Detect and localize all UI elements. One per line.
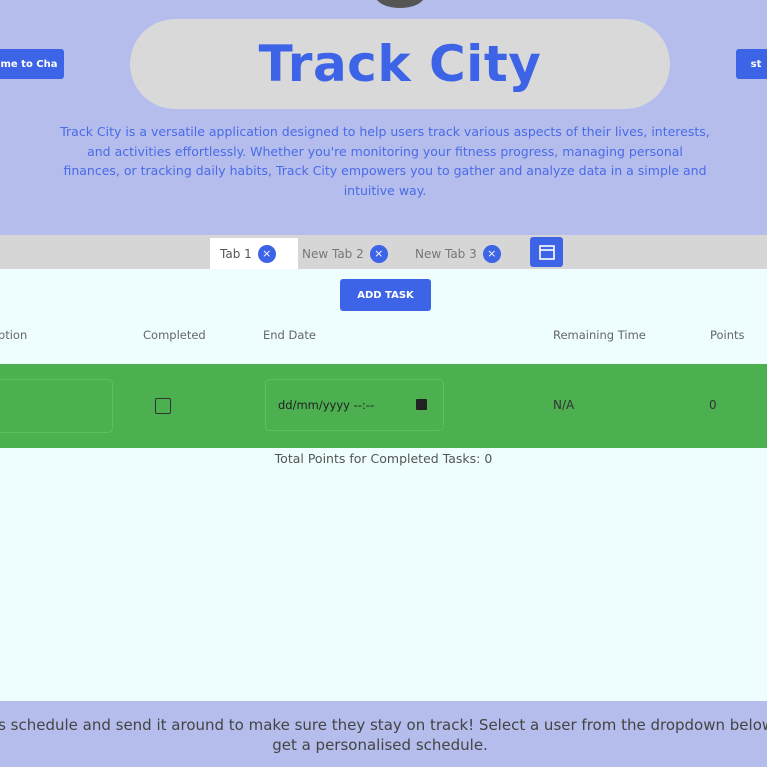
column-header-end-date: End Date [263, 328, 316, 342]
page-title: Track City [258, 35, 542, 93]
footer-text: one's schedule and send it around to mak… [0, 716, 767, 754]
tab-3[interactable]: New Tab 3 × [405, 238, 519, 269]
welcome-button[interactable]: me to Cha [0, 49, 64, 79]
column-header-completed: Completed [143, 328, 206, 342]
column-header-description: ription [0, 328, 28, 342]
end-date-input[interactable]: dd/mm/yyyy --:-- [265, 379, 444, 431]
app-description: Track City is a versatile application de… [60, 124, 710, 198]
add-tab-button[interactable] [530, 237, 563, 267]
points-cell: 0 [709, 398, 717, 412]
tab-label: Tab 1 [220, 246, 252, 261]
calendar-icon [538, 245, 555, 260]
tab-label: New Tab 2 [302, 246, 364, 261]
header: me to Cha Track City st Track City is a … [0, 0, 767, 235]
tab-label: New Tab 3 [415, 246, 477, 261]
column-header-remaining-time: Remaining Time [553, 328, 646, 342]
close-icon[interactable]: × [482, 244, 501, 263]
tab-2[interactable]: New Tab 2 × [292, 238, 406, 269]
date-placeholder: dd/mm/yyyy --:-- [278, 398, 375, 412]
description-input[interactable] [0, 379, 113, 433]
close-icon[interactable]: × [257, 244, 276, 263]
title-pill: Track City [130, 19, 670, 109]
column-header-points: Points [710, 328, 745, 342]
task-panel [0, 269, 767, 701]
remaining-time-cell: N/A [553, 398, 575, 412]
tab-1[interactable]: Tab 1 × [210, 238, 298, 269]
total-points: Total Points for Completed Tasks: 0 [274, 451, 493, 466]
tab-bar: Tab 1 × New Tab 2 × New Tab 3 × [0, 235, 767, 269]
calendar-icon[interactable] [416, 399, 427, 410]
add-task-button[interactable]: ADD TASK [340, 279, 431, 311]
right-button[interactable]: st [736, 49, 767, 79]
close-icon[interactable]: × [369, 244, 388, 263]
completed-checkbox[interactable] [155, 398, 171, 414]
logo [375, 0, 425, 8]
